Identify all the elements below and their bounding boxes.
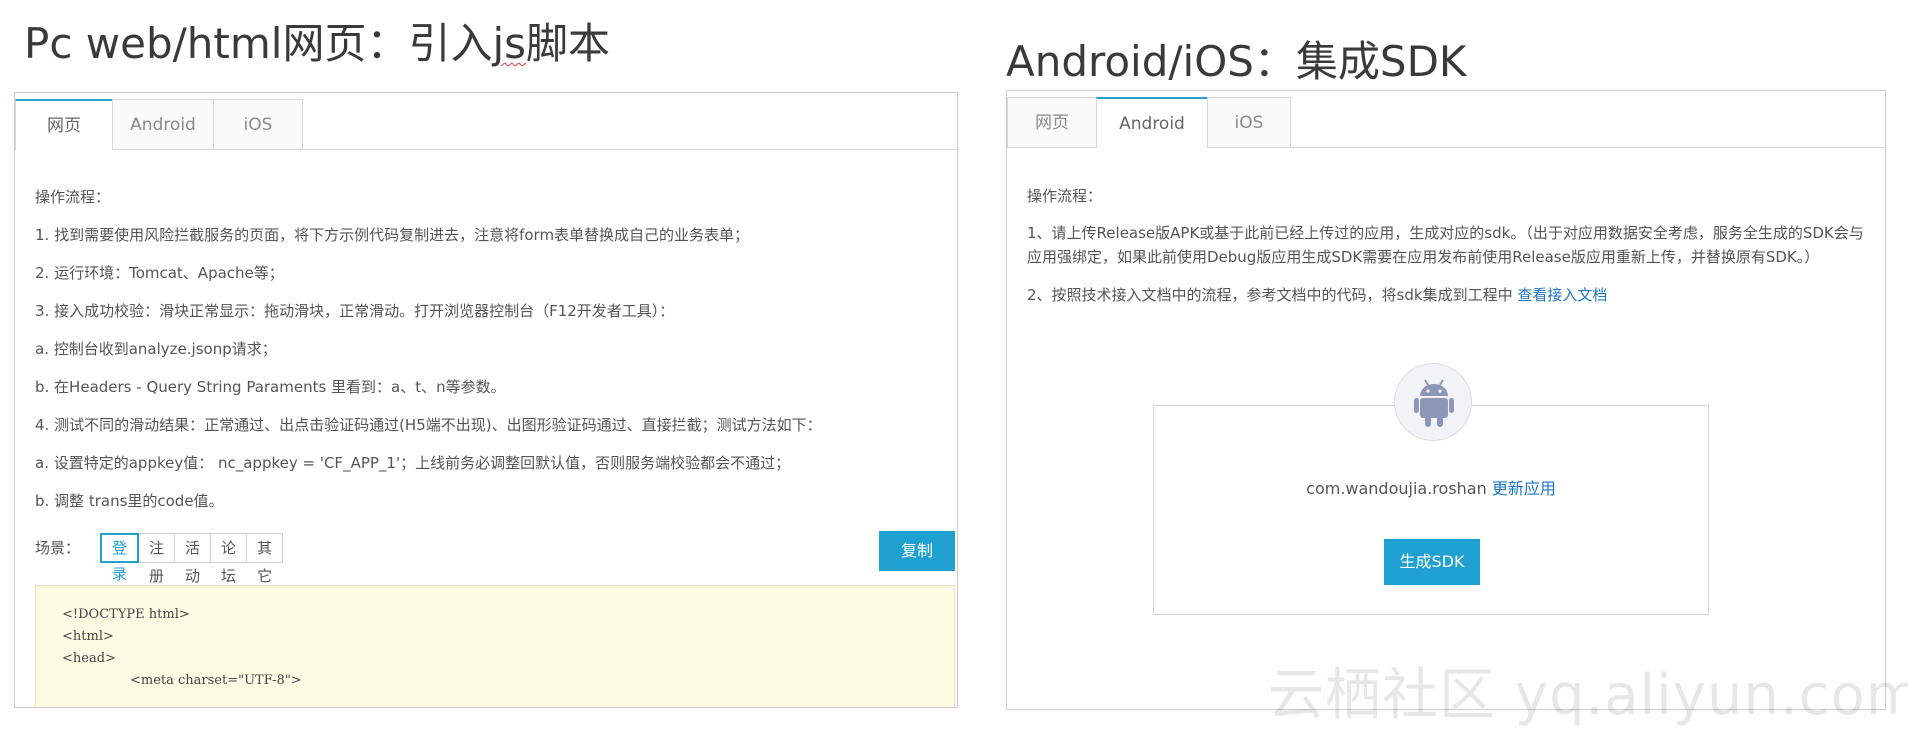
- step-3a: a. 控制台收到analyze.jsonp请求；: [35, 340, 277, 358]
- step-4b: b. 调整 trans里的code值。: [35, 492, 224, 510]
- step-2-text: 2、按照技术接入文档中的流程，参考文档中的代码，将sdk集成到工程中: [1027, 286, 1518, 304]
- generate-sdk-button[interactable]: 生成SDK: [1384, 539, 1480, 585]
- code-sample[interactable]: <!DOCTYPE html> <html> <head> <meta char…: [35, 585, 955, 707]
- code-line: <!DOCTYPE html>: [62, 607, 190, 622]
- package-name: com.wandoujia.roshan: [1306, 479, 1487, 498]
- watermark: 云栖社区 yq.aliyun.com: [1268, 663, 1908, 728]
- scene-tabs: 登录 注册 活动 论坛 其它: [100, 533, 284, 585]
- step-2: 2、按照技术接入文档中的流程，参考文档中的代码，将sdk集成到工程中 查看接入文…: [1027, 283, 1867, 307]
- sdk-steps: 操作流程： 1、请上传Release版APK或基于此前已经上传过的应用，生成对应…: [1027, 181, 1867, 307]
- left-heading-prefix: Pc web/html网页：引入: [24, 19, 493, 68]
- tab-android[interactable]: Android: [1096, 97, 1208, 148]
- step-3: 3. 接入成功校验：滑块正常显示：拖动滑块，正常滑动。打开浏览器控制台（F12开…: [35, 302, 675, 320]
- steps-title: 操作流程：: [1027, 187, 1103, 205]
- scene-label: 场景：: [35, 539, 81, 557]
- scene-tab-activity[interactable]: 活动: [174, 533, 212, 585]
- app-package-line: com.wandoujia.roshan 更新应用: [1153, 475, 1709, 499]
- code-line: <html>: [62, 629, 114, 644]
- scene-tab-register[interactable]: 注册: [138, 533, 176, 585]
- tab-ios[interactable]: iOS: [213, 99, 303, 149]
- step-1: 1. 找到需要使用风险拦截服务的页面，将下方示例代码复制进去，注意将form表单…: [35, 226, 750, 244]
- right-tab-bar: 网页 Android iOS: [1007, 91, 1885, 148]
- code-line: <meta charset="UTF-8">: [130, 673, 302, 688]
- tab-web[interactable]: 网页: [1007, 97, 1097, 147]
- left-tab-bar: 网页 Android iOS: [15, 93, 957, 150]
- step-2: 2. 运行环境：Tomcat、Apache等；: [35, 264, 284, 282]
- tab-ios[interactable]: iOS: [1207, 97, 1291, 147]
- sdk-integration-panel: 网页 Android iOS 操作流程： 1、请上传Release版APK或基于…: [1006, 90, 1886, 710]
- left-heading-js: js: [492, 19, 527, 68]
- web-steps: 操作流程： 1. 找到需要使用风险拦截服务的页面，将下方示例代码复制进去，注意将…: [35, 178, 822, 520]
- tab-web[interactable]: 网页: [15, 99, 113, 150]
- code-line: <head>: [62, 651, 116, 666]
- web-integration-panel: 网页 Android iOS 操作流程： 1. 找到需要使用风险拦截服务的页面，…: [14, 92, 958, 708]
- scene-tab-forum[interactable]: 论坛: [210, 533, 248, 585]
- scene-tab-login[interactable]: 登录: [100, 533, 140, 583]
- left-heading-suffix: 脚本: [526, 19, 611, 68]
- right-heading: Android/iOS：集成SDK: [1006, 37, 1467, 86]
- android-robot-icon: [1394, 363, 1472, 441]
- update-app-link[interactable]: 更新应用: [1492, 479, 1556, 498]
- step-4a: a. 设置特定的appkey值： nc_appkey = 'CF_APP_1'；…: [35, 454, 791, 472]
- left-heading: Pc web/html网页：引入js脚本: [24, 10, 610, 71]
- step-4: 4. 测试不同的滑动结果：正常通过、出点击验证码通过(H5端不出现)、出图形验证…: [35, 416, 822, 434]
- scene-tab-other[interactable]: 其它: [246, 533, 284, 585]
- step-1: 1、请上传Release版APK或基于此前已经上传过的应用，生成对应的sdk。（…: [1027, 224, 1864, 266]
- step-3b: b. 在Headers - Query String Paraments 里看到…: [35, 378, 506, 396]
- steps-title: 操作流程：: [35, 188, 111, 206]
- copy-button[interactable]: 复制: [879, 531, 955, 571]
- view-docs-link[interactable]: 查看接入文档: [1517, 286, 1607, 304]
- tab-android[interactable]: Android: [112, 99, 214, 149]
